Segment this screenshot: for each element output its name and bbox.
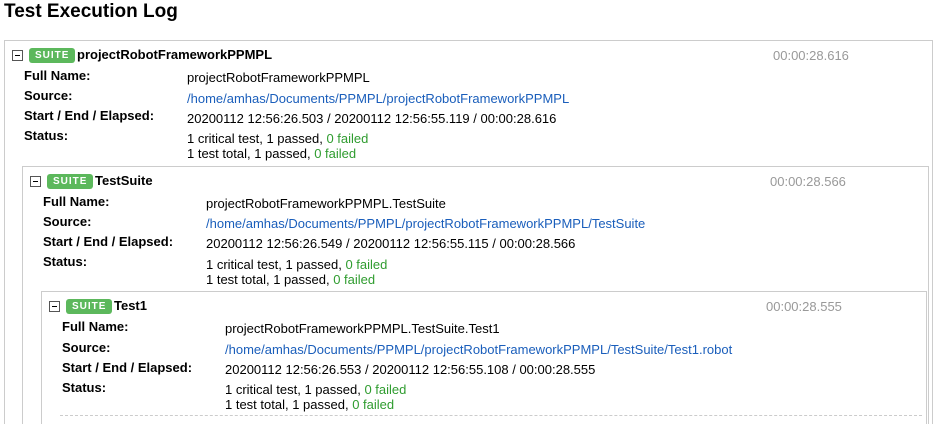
source-label: Source: [43,214,92,229]
source-label: Source: [62,340,111,355]
status-total: 1 test total, 1 passed, 0 failed [206,272,375,287]
suite-name[interactable]: TestSuite [95,173,153,189]
suite-name[interactable]: projectRobotFrameworkPPMPL [77,47,272,63]
times-value: 20200112 12:56:26.549 / 20200112 12:56:5… [206,236,576,251]
times-value: 20200112 12:56:26.503 / 20200112 12:56:5… [187,111,557,126]
suite-elapsed: 00:00:28.616 [773,48,849,63]
times-value: 20200112 12:56:26.553 / 20200112 12:56:5… [225,362,596,377]
status-critical: 1 critical test, 1 passed, 0 failed [225,382,406,397]
suite-badge: SUITE [66,299,113,314]
collapse-icon[interactable] [30,176,41,187]
full-name-label: Full Name: [43,194,110,209]
source-link[interactable]: /home/amhas/Documents/PPMPL/projectRobot… [206,216,645,231]
full-name-value: projectRobotFrameworkPPMPL.TestSuite [206,196,446,211]
status-total: 1 test total, 1 passed, 0 failed [187,146,356,161]
status-critical-text: 1 critical test, 1 passed, [187,131,327,146]
status-critical-text: 1 critical test, 1 passed, [225,382,365,397]
full-name-value: projectRobotFrameworkPPMPL.TestSuite.Tes… [225,321,500,336]
suite-elapsed: 00:00:28.566 [770,174,846,189]
times-label: Start / End / Elapsed: [62,360,193,375]
source-label: Source: [24,88,73,103]
status-critical-failed: 0 failed [345,257,388,272]
status-label: Status: [43,254,88,269]
full-name-value: projectRobotFrameworkPPMPL [187,70,370,85]
collapse-icon[interactable] [12,50,23,61]
suite-name[interactable]: Test1 [114,298,147,314]
times-label: Start / End / Elapsed: [24,108,155,123]
status-total-failed: 0 failed [352,397,395,412]
status-total-text: 1 test total, 1 passed, [225,397,353,412]
status-critical-failed: 0 failed [326,131,369,146]
times-label: Start / End / Elapsed: [43,234,174,249]
source-link[interactable]: /home/amhas/Documents/PPMPL/projectRobot… [187,91,569,106]
status-total-text: 1 test total, 1 passed, [206,272,334,287]
suite-badge: SUITE [47,174,94,189]
page-title: Test Execution Log [4,1,178,22]
full-name-label: Full Name: [62,319,129,334]
status-total-failed: 0 failed [333,272,376,287]
child-test-box [60,415,922,427]
status-label: Status: [62,380,107,395]
source-link[interactable]: /home/amhas/Documents/PPMPL/projectRobot… [225,342,732,357]
suite-elapsed: 00:00:28.555 [766,299,842,314]
status-critical-text: 1 critical test, 1 passed, [206,257,346,272]
suite-badge: SUITE [29,48,76,63]
status-total: 1 test total, 1 passed, 0 failed [225,397,394,412]
full-name-label: Full Name: [24,68,91,83]
status-total-failed: 0 failed [314,146,357,161]
status-critical: 1 critical test, 1 passed, 0 failed [187,131,368,146]
status-critical: 1 critical test, 1 passed, 0 failed [206,257,387,272]
status-critical-failed: 0 failed [364,382,407,397]
collapse-icon[interactable] [49,301,60,312]
status-label: Status: [24,128,69,143]
status-total-text: 1 test total, 1 passed, [187,146,315,161]
